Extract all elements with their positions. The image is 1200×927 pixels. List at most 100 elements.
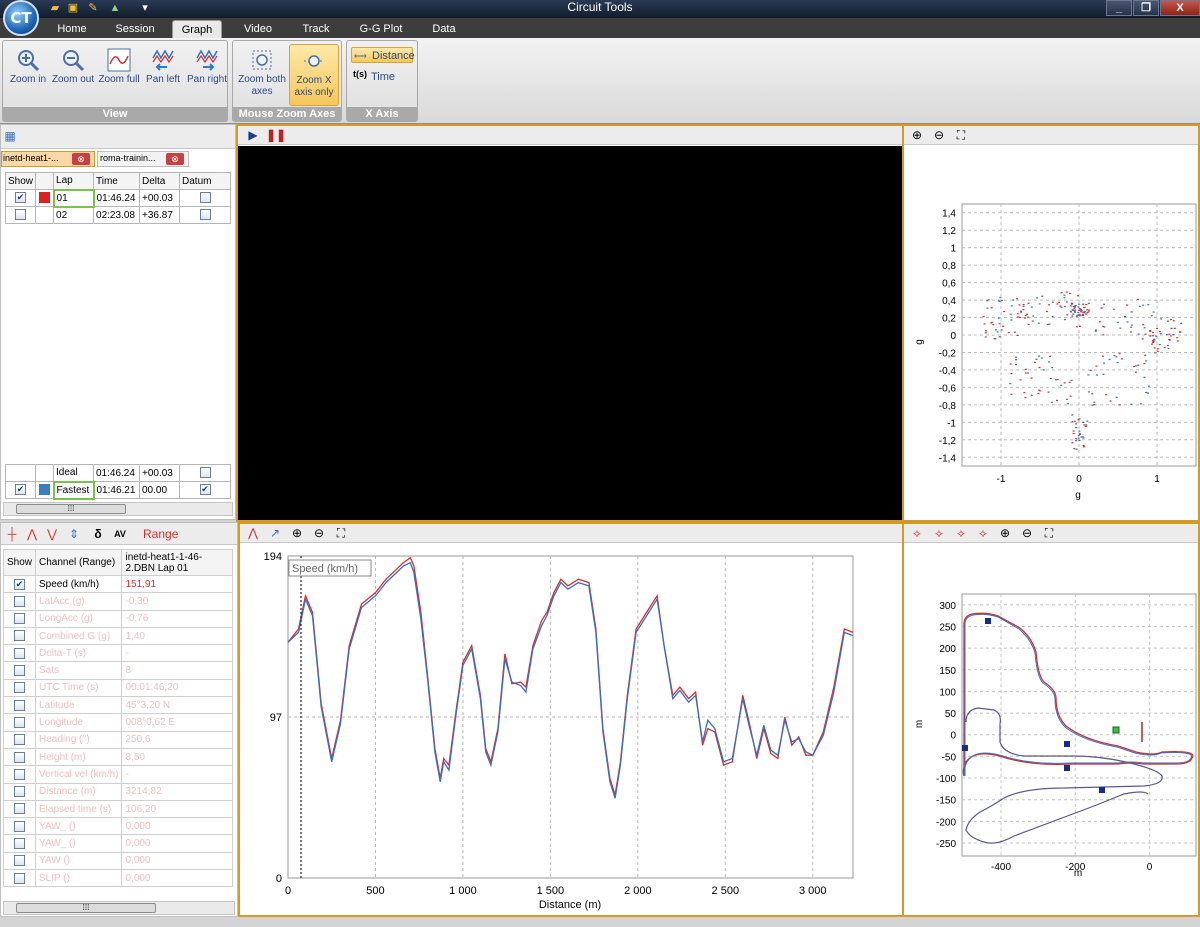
app-logo[interactable]: CT	[3, 0, 39, 36]
session-tab-1[interactable]: inetd-heat1-... ⊗	[1, 151, 95, 167]
channel-scroll-thumb[interactable]: ⁞⁞⁞	[16, 903, 156, 913]
close-session-2-icon[interactable]: ⊗	[166, 153, 184, 165]
channel-row[interactable]: Height (m) 8,50	[2, 747, 233, 767]
channel-show-checkbox[interactable]: ✔	[14, 578, 25, 590]
tab-data[interactable]: Data	[424, 20, 464, 38]
lap-row[interactable]: ✔ 01 01:46.24 +00.03	[4, 188, 231, 208]
peak-icon[interactable]: ⋀	[25, 527, 39, 541]
valley-icon[interactable]: ⋁	[45, 527, 59, 541]
channel-row[interactable]: YAW_ () 0,000	[2, 817, 233, 836]
zoom-both-axes-button[interactable]: Zoom both axes	[237, 44, 287, 106]
tab-session[interactable]: Session	[110, 20, 160, 38]
speed-zoom-out-icon[interactable]: ⊖	[312, 526, 326, 540]
channel-col-session[interactable]: inetd-heat1-1-46-2.DBN Lap 01	[121, 549, 233, 576]
channel-show-checkbox[interactable]	[14, 647, 25, 659]
range-label[interactable]: Range	[143, 527, 178, 541]
sector-marker-2[interactable]	[962, 745, 968, 751]
fastest-datum-checkbox[interactable]: ✔	[199, 484, 211, 496]
gg-zoom-full-icon[interactable]: ⛶	[954, 128, 968, 142]
channel-show-checkbox[interactable]	[14, 855, 25, 867]
channel-show-checkbox[interactable]	[14, 613, 25, 625]
add-channel-icon[interactable]: ┼	[5, 527, 19, 541]
channel-row[interactable]: Combined G (g) 1,40	[2, 626, 233, 646]
fastest-row[interactable]: ✔ Fastest 01:46.21 00.00 ✔	[5, 480, 231, 500]
lap-02-datum-checkbox[interactable]	[199, 209, 211, 221]
pan-right-button[interactable]: Pan right	[185, 44, 229, 106]
average-icon[interactable]: AV	[113, 527, 127, 541]
channel-show-checkbox[interactable]	[14, 803, 25, 815]
channel-show-checkbox[interactable]	[14, 595, 25, 607]
channel-table-scrollbar[interactable]: ⁞⁞⁞	[3, 901, 235, 915]
x-axis-time-option[interactable]: t(s) Time	[351, 69, 413, 85]
video-display[interactable]	[238, 146, 902, 520]
channel-row[interactable]: SLIP () 0,000	[2, 869, 233, 888]
channel-row[interactable]: Sats 8	[2, 661, 233, 680]
lap-row[interactable]: 02 02:23.08 +36.87	[4, 206, 231, 224]
ideal-row[interactable]: Ideal 01:46.24 +00.03	[5, 464, 231, 482]
speed-chart[interactable]: Speed (km/h) 194 97 0 0 500 1 000 1 500 2 000 2…	[240, 544, 902, 915]
channel-row[interactable]: Vertical vel (km/h) -	[2, 765, 233, 784]
col-time[interactable]: Time	[93, 172, 141, 190]
channel-row[interactable]: LongAcc (g) -0,76	[2, 609, 233, 628]
col-datum[interactable]: Datum	[179, 172, 231, 190]
pan-left-button[interactable]: Pan left	[141, 44, 185, 106]
tab-video[interactable]: Video	[238, 20, 278, 38]
channel-row[interactable]: Delta-T (s) -	[2, 644, 233, 663]
zoom-in-button[interactable]: Zoom in	[6, 44, 50, 106]
delta-icon[interactable]: δ	[91, 527, 105, 541]
speed-zoom-full-icon[interactable]: ⛶	[334, 526, 348, 540]
channel-show-checkbox[interactable]	[14, 786, 25, 798]
track-tool-2-icon[interactable]: ⟡	[932, 526, 946, 540]
channel-show-checkbox[interactable]	[14, 682, 25, 694]
track-tool-1-icon[interactable]: ⟡	[910, 526, 924, 540]
channel-show-checkbox[interactable]	[14, 699, 25, 711]
track-zoom-in-icon[interactable]: ⊕	[998, 526, 1012, 540]
lap-scroll-thumb[interactable]: ⁞⁞⁞	[16, 504, 126, 514]
channel-row[interactable]: Elapsed time (s) 106,20	[2, 799, 233, 819]
channel-row[interactable]: YAW () 0,000	[2, 851, 233, 871]
channel-show-checkbox[interactable]	[14, 838, 25, 850]
minimize-button[interactable]: _	[1106, 0, 1132, 16]
sector-marker-1[interactable]	[985, 618, 991, 624]
channel-row[interactable]: Latitude 45°3,20 N	[2, 696, 233, 715]
track-zoom-out-icon[interactable]: ⊖	[1020, 526, 1034, 540]
gg-zoom-out-icon[interactable]: ⊖	[932, 128, 946, 142]
fastest-show-checkbox[interactable]: ✔	[15, 484, 26, 496]
sector-marker-4[interactable]	[1064, 765, 1070, 771]
lap-options-icon[interactable]: ▦	[3, 129, 17, 143]
channel-show-checkbox[interactable]	[14, 768, 25, 780]
play-icon[interactable]: ▶	[246, 128, 260, 142]
track-tool-3-icon[interactable]: ⟡	[954, 526, 968, 540]
restore-button[interactable]: ❐	[1133, 0, 1159, 16]
gg-plot[interactable]: 1,41,210,80,60,40,20-0,2-0,4-0,6-0,8-1-1…	[904, 146, 1198, 520]
tab-track[interactable]: Track	[296, 20, 336, 38]
channel-show-checkbox[interactable]	[14, 820, 25, 832]
pause-icon[interactable]: ❚❚	[266, 128, 286, 142]
tab-home[interactable]: Home	[52, 20, 92, 38]
channel-row[interactable]: UTC Time (s) 00:01:46,20	[2, 678, 233, 698]
channel-row[interactable]: Heading (°) 250,6	[2, 730, 233, 749]
zoom-out-button[interactable]: Zoom out	[51, 44, 95, 106]
track-map[interactable]: 300 250 200 150 100 50 0 -50 -100 -150 -200 -250 -4…	[904, 544, 1198, 915]
session-tab-2[interactable]: roma-trainin... ⊗	[97, 151, 189, 167]
col-lap[interactable]: Lap	[53, 172, 95, 190]
col-delta[interactable]: Delta	[139, 172, 181, 190]
tab-graph[interactable]: Graph	[172, 20, 222, 38]
channel-row[interactable]: LatAcc (g) -0,30	[2, 592, 233, 611]
tab-gg-plot[interactable]: G-G Plot	[354, 20, 408, 38]
channel-row[interactable]: YAW_ () 0,000	[2, 834, 233, 853]
sector-marker-3[interactable]	[1064, 741, 1070, 747]
channel-show-checkbox[interactable]	[14, 716, 25, 728]
speed-zoom-in-icon[interactable]: ⊕	[290, 526, 304, 540]
track-tool-4-icon[interactable]: ⟡	[976, 526, 990, 540]
lap-02-show-checkbox[interactable]	[15, 209, 26, 221]
channel-show-checkbox[interactable]	[14, 665, 25, 677]
channel-show-checkbox[interactable]	[14, 751, 25, 763]
channel-row[interactable]: Longitude 008°0,62 E	[2, 713, 233, 732]
lap-01-show-checkbox[interactable]: ✔	[15, 192, 26, 204]
fastest-color-swatch[interactable]	[38, 484, 50, 496]
zoom-full-button[interactable]: Zoom full	[97, 44, 141, 106]
channel-show-checkbox[interactable]	[14, 734, 25, 746]
x-axis-distance-option[interactable]: ⟷ Distance	[351, 47, 415, 63]
channel-show-checkbox[interactable]	[14, 872, 25, 884]
